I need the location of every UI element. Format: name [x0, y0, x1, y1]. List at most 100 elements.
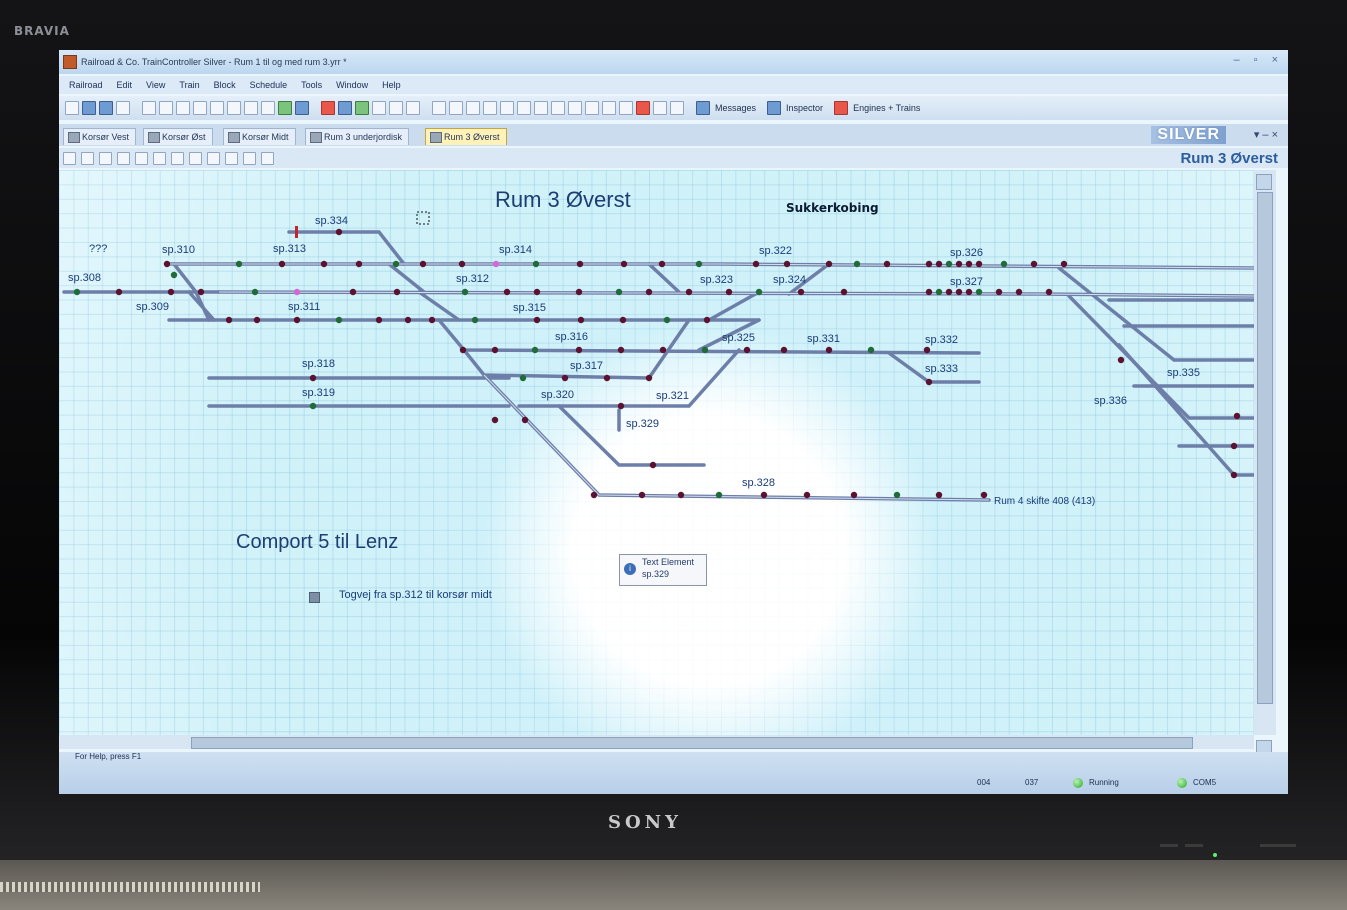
zoom-icon[interactable] — [81, 151, 94, 165]
signal-dot[interactable] — [925, 378, 933, 386]
tunnel-icon[interactable] — [534, 101, 548, 115]
crossing-icon[interactable] — [500, 101, 514, 115]
messages-button[interactable]: Messages — [715, 103, 756, 113]
signal-dot[interactable] — [638, 491, 646, 499]
signal-dot[interactable] — [577, 316, 585, 324]
signal-dot[interactable] — [533, 288, 541, 296]
signal-dot[interactable] — [163, 260, 171, 268]
block-label[interactable]: sp.335 — [1167, 367, 1200, 379]
block-label[interactable]: sp.333 — [925, 363, 958, 375]
signal-dot[interactable] — [925, 288, 933, 296]
block-label[interactable]: sp.318 — [302, 358, 335, 370]
switchboard-canvas[interactable]: Rum 3 Øverst Sukkerkobing ??? Comport 5 … — [59, 170, 1254, 735]
block-tool-icon[interactable] — [171, 151, 184, 165]
block-label[interactable]: sp.317 — [570, 360, 603, 372]
signal-dot[interactable] — [867, 346, 875, 354]
engines-trains-button[interactable]: Engines + Trains — [853, 103, 920, 113]
signal-dot[interactable] — [649, 461, 657, 469]
signal-dot[interactable] — [197, 288, 205, 296]
dock-icon[interactable] — [551, 101, 565, 115]
grid-icon[interactable] — [338, 101, 352, 115]
stop-icon[interactable] — [321, 101, 335, 115]
signal-dot[interactable] — [803, 491, 811, 499]
signal-dot[interactable] — [335, 316, 343, 324]
block-label[interactable]: sp.331 — [807, 333, 840, 345]
menu-tools[interactable]: Tools — [301, 80, 322, 90]
signal-dot[interactable] — [1015, 288, 1023, 296]
block-icon[interactable] — [389, 101, 403, 115]
signal-dot[interactable] — [695, 260, 703, 268]
menu-train[interactable]: Train — [179, 80, 199, 90]
decoupler-icon[interactable] — [585, 101, 599, 115]
signal-dot[interactable] — [975, 288, 983, 296]
signal-dot[interactable] — [521, 416, 529, 424]
menu-view[interactable]: View — [146, 80, 165, 90]
engines-icon[interactable] — [834, 101, 849, 115]
signal-dot[interactable] — [225, 316, 233, 324]
block-label[interactable]: sp.323 — [700, 274, 733, 286]
track-diagram[interactable]: Rum 3 Øverst Sukkerkobing ??? Comport 5 … — [59, 170, 1254, 735]
signal-dot[interactable] — [945, 288, 953, 296]
block-label[interactable]: sp.322 — [759, 245, 792, 257]
signal-dot[interactable] — [663, 316, 671, 324]
signal-dot[interactable] — [825, 260, 833, 268]
title-bar[interactable]: Railroad & Co. TrainController Silver - … — [59, 50, 1288, 74]
signal-dot[interactable] — [355, 260, 363, 268]
globe-icon[interactable] — [295, 101, 309, 115]
signal-dot[interactable] — [575, 288, 583, 296]
signal-dot[interactable] — [335, 228, 343, 236]
curve-icon[interactable] — [135, 151, 148, 165]
close-button[interactable]: × — [1272, 54, 1278, 66]
signal-dot[interactable] — [619, 316, 627, 324]
signal-dot[interactable] — [349, 288, 357, 296]
inspector-button[interactable]: Inspector — [786, 103, 823, 113]
block-label[interactable]: sp.321 — [656, 390, 689, 402]
signal-dot[interactable] — [428, 316, 436, 324]
inspector-icon[interactable] — [767, 101, 782, 115]
block-label[interactable]: sp.312 — [456, 273, 489, 285]
signal-dot[interactable] — [935, 491, 943, 499]
signal-dot[interactable] — [575, 346, 583, 354]
signal-dot[interactable] — [1233, 412, 1241, 420]
block-label[interactable]: sp.311 — [288, 301, 320, 313]
running-status[interactable]: Running — [1073, 776, 1119, 790]
signal-dot[interactable] — [703, 316, 711, 324]
open-folder-icon[interactable] — [82, 101, 96, 115]
new-file-icon[interactable] — [65, 101, 79, 115]
signal-dot[interactable] — [461, 288, 469, 296]
signal-icon[interactable] — [432, 101, 446, 115]
signal-dot[interactable] — [375, 316, 383, 324]
signal-dot[interactable] — [1030, 260, 1038, 268]
image-icon[interactable] — [636, 101, 650, 115]
signal-dot[interactable] — [995, 288, 1003, 296]
signal-dot[interactable] — [392, 260, 400, 268]
operation-mode-icon[interactable] — [278, 101, 292, 115]
turnout-icon[interactable] — [449, 101, 463, 115]
route-icon[interactable] — [309, 592, 320, 603]
tab-korsor-midt[interactable]: Korsør Midt — [223, 128, 296, 145]
label-tool-icon[interactable] — [243, 151, 256, 165]
signal-dot[interactable] — [293, 288, 301, 296]
signal-dot[interactable] — [893, 491, 901, 499]
signal-dot[interactable] — [617, 346, 625, 354]
signal-dot[interactable] — [755, 288, 763, 296]
signal-dot[interactable] — [167, 288, 175, 296]
signal-dot[interactable] — [73, 288, 81, 296]
signal-dot[interactable] — [309, 402, 317, 410]
block-label[interactable]: sp.336 — [1094, 395, 1127, 407]
signal-dot[interactable] — [576, 260, 584, 268]
signal-dot[interactable] — [561, 374, 569, 382]
signal-dot[interactable] — [170, 271, 178, 279]
signal-dot[interactable] — [251, 288, 259, 296]
signal-dot[interactable] — [975, 260, 983, 268]
signal-dot[interactable] — [309, 374, 317, 382]
signal-dot[interactable] — [658, 260, 666, 268]
signal-dot[interactable] — [235, 260, 243, 268]
block-label[interactable]: sp.316 — [555, 331, 588, 343]
block-label[interactable]: sp.326 — [950, 247, 983, 259]
signal-dot[interactable] — [925, 260, 933, 268]
signal-dot[interactable] — [253, 316, 261, 324]
switchboard-icon[interactable] — [406, 101, 420, 115]
link-icon[interactable] — [653, 101, 667, 115]
signal-dot[interactable] — [293, 316, 301, 324]
